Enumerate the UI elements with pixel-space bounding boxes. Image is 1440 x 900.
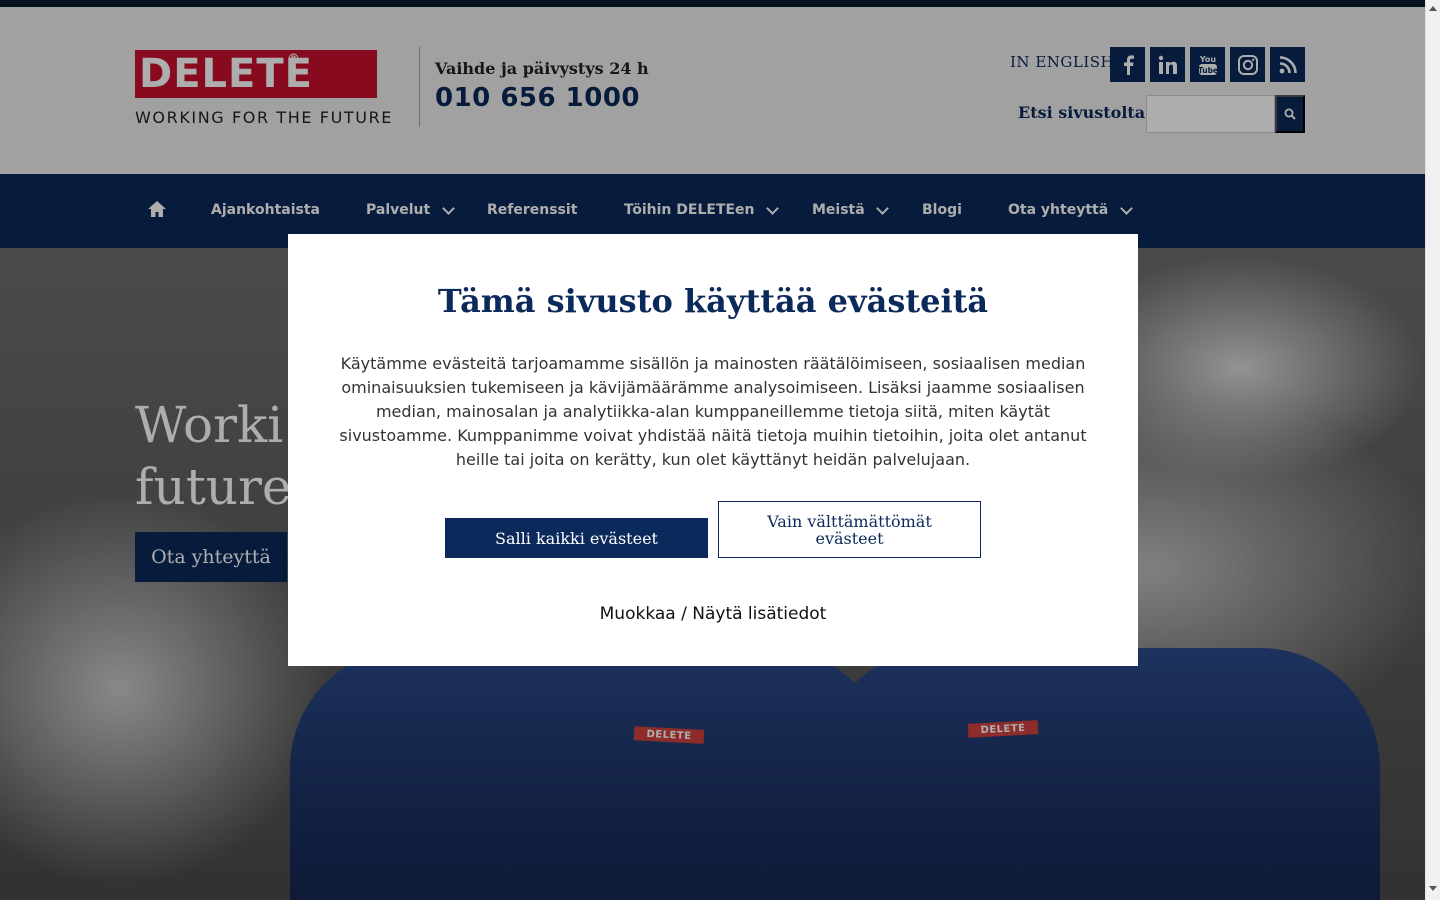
customize-cookies-link[interactable]: Muokkaa / Näytä lisätiedot	[288, 604, 1138, 624]
scroll-down-arrow-icon[interactable]	[1429, 886, 1437, 891]
allow-all-cookies-button[interactable]: Salli kaikki evästeet	[445, 518, 708, 558]
page: DELETE ® WORKING FOR THE FUTURE Vaihde j…	[0, 0, 1425, 900]
necessary-cookies-only-button[interactable]: Vain välttämättömät evästeet	[718, 501, 981, 558]
page-scrollbar[interactable]	[1425, 0, 1440, 900]
scroll-up-arrow-icon[interactable]	[1429, 6, 1437, 11]
cookie-dialog-text: Käytämme evästeitä tarjoamamme sisällön …	[339, 354, 1087, 469]
cookie-dialog-title: Tämä sivusto käyttää evästeitä	[437, 282, 989, 320]
cookie-consent-dialog: Tämä sivusto käyttää evästeitä Käytämme …	[288, 234, 1138, 666]
